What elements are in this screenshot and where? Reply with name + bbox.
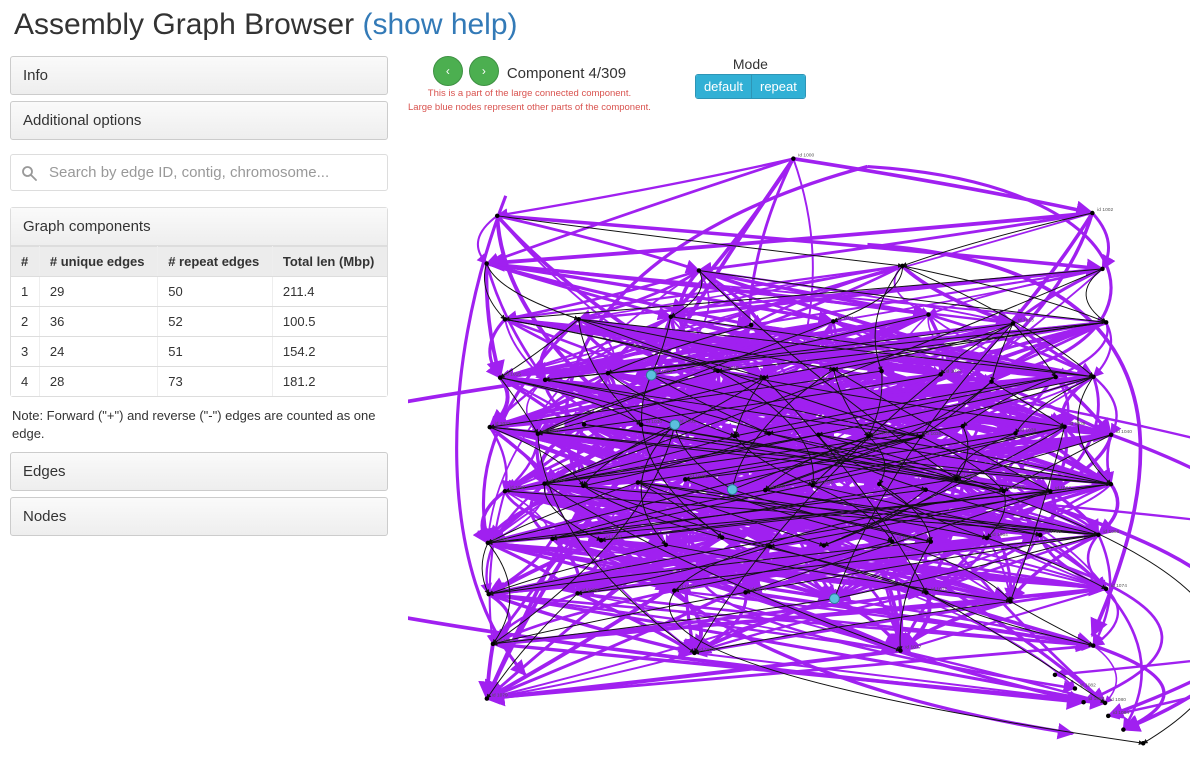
svg-text:id 1002: id 1002 — [1097, 207, 1113, 213]
svg-text:id 1048: id 1048 — [818, 479, 834, 485]
additional-options-panel-header[interactable]: Additional options — [10, 101, 388, 140]
svg-text:id 1028: id 1028 — [543, 428, 559, 434]
col-unique: # unique edges — [39, 247, 157, 277]
svg-text:id 1068: id 1068 — [582, 587, 598, 593]
nodes-panel-label: Nodes — [11, 498, 387, 535]
svg-text:id 1023: id 1023 — [946, 368, 962, 374]
graph-components-header[interactable]: Graph components — [11, 208, 387, 246]
svg-text:id 1075: id 1075 — [498, 638, 514, 644]
svg-text:id 1080: id 1080 — [1110, 697, 1126, 703]
mode-switch: Mode default repeat — [695, 56, 806, 99]
svg-text:id 1076: id 1076 — [699, 647, 715, 653]
graph-components-table: # # unique edges # repeat edges Total le… — [11, 246, 387, 396]
svg-text:id 1055: id 1055 — [493, 537, 509, 543]
search-box[interactable] — [10, 154, 388, 191]
col-total: Total len (Mbp) — [272, 247, 387, 277]
svg-text:id 1039: id 1039 — [1069, 421, 1085, 427]
svg-text:id 1077: id 1077 — [905, 644, 921, 650]
col-repeat: # repeat edges — [158, 247, 273, 277]
svg-text:id 1011: id 1011 — [838, 315, 854, 321]
table-row[interactable]: 3 24 51 154.2 — [11, 337, 387, 367]
svg-text:id 1045: id 1045 — [690, 473, 706, 479]
prev-component-button[interactable]: ‹ — [433, 56, 463, 86]
edges-panel-header[interactable]: Edges — [10, 452, 388, 491]
svg-text:id 1038: id 1038 — [1020, 427, 1036, 433]
svg-text:id 1052: id 1052 — [1009, 485, 1025, 491]
graph-topbar: ‹ › Component 4/309 This is a part of th… — [408, 56, 1190, 114]
svg-text:id 1074: id 1074 — [1111, 583, 1127, 589]
svg-text:id 1019: id 1019 — [723, 365, 739, 371]
assembly-graph-canvas[interactable]: id 1000 id 1002 id 1011 id 1013 id 1015 id 10… — [408, 120, 1190, 780]
search-input[interactable] — [47, 163, 377, 182]
svg-text:id 1083: id 1083 — [1088, 696, 1104, 702]
svg-text:id 1013: id 1013 — [1018, 317, 1034, 323]
graph-area: ‹ › Component 4/309 This is a part of th… — [408, 56, 1190, 783]
edges-panel-label: Edges — [11, 453, 387, 490]
svg-text:id 1015: id 1015 — [505, 371, 521, 377]
svg-text:id 1084: id 1084 — [1113, 710, 1129, 716]
show-help-link[interactable]: (show help) — [362, 8, 517, 41]
component-indicator: Component 4/309 — [507, 61, 626, 82]
table-row[interactable]: 1 29 50 211.4 — [11, 277, 387, 307]
col-num: # — [11, 247, 39, 277]
table-row[interactable]: 4 28 73 181.2 — [11, 367, 387, 397]
svg-text:id 1051: id 1051 — [961, 473, 977, 479]
svg-text:id 1041: id 1041 — [510, 485, 526, 491]
sidebar: Info Additional options Graph components… — [10, 56, 388, 783]
svg-text:id 1000: id 1000 — [798, 152, 814, 158]
svg-text:id 1036: id 1036 — [925, 431, 941, 437]
component-warning-2: Large blue nodes represent other parts o… — [408, 102, 651, 114]
edge-count-note: Note: Forward ("+") and reverse ("-") ed… — [10, 401, 388, 452]
svg-text:id 1027: id 1027 — [495, 421, 511, 427]
svg-text:id 1066: id 1066 — [1103, 529, 1119, 535]
svg-text:id 1040: id 1040 — [1116, 429, 1132, 435]
mode-label: Mode — [695, 56, 806, 72]
svg-text:id 1070: id 1070 — [750, 586, 766, 592]
svg-text:id 1069: id 1069 — [679, 584, 695, 590]
search-icon — [21, 165, 37, 181]
nodes-panel-header[interactable]: Nodes — [10, 497, 388, 536]
title-text: Assembly Graph Browser — [14, 8, 354, 41]
next-component-button[interactable]: › — [469, 56, 499, 86]
svg-text:id 1065: id 1065 — [1045, 529, 1061, 535]
svg-text:id 1072: id 1072 — [931, 586, 947, 592]
graph-components-tablewrap[interactable]: # # unique edges # repeat edges Total le… — [11, 246, 387, 396]
graph-components-section: Graph components # # unique edges # repe… — [10, 207, 388, 397]
mode-default-button[interactable]: default — [696, 75, 752, 98]
component-warning-1: This is a part of the large connected co… — [428, 88, 631, 100]
svg-text:id 1057: id 1057 — [606, 534, 622, 540]
svg-text:id 1064: id 1064 — [992, 532, 1008, 538]
svg-text:id 1035: id 1035 — [873, 430, 889, 436]
svg-text:id 1079: id 1079 — [492, 692, 508, 698]
svg-text:id 1030: id 1030 — [646, 419, 662, 425]
mode-repeat-button[interactable]: repeat — [752, 75, 805, 98]
svg-text:id 1053: id 1053 — [1055, 485, 1071, 491]
svg-text:id 1082: id 1082 — [1080, 682, 1096, 688]
svg-text:id 1031: id 1031 — [680, 418, 696, 424]
svg-text:id 1018: id 1018 — [656, 369, 672, 375]
svg-text:id 1047: id 1047 — [770, 484, 786, 490]
svg-text:id 1062: id 1062 — [897, 535, 913, 541]
additional-options-label: Additional options — [11, 102, 387, 139]
page-title: Assembly Graph Browser (show help) — [14, 8, 1190, 42]
info-panel-label: Info — [11, 57, 387, 94]
svg-text:id 1042: id 1042 — [549, 477, 565, 483]
info-panel-header[interactable]: Info — [10, 56, 388, 95]
table-row[interactable]: 2 36 52 100.5 — [11, 307, 387, 337]
